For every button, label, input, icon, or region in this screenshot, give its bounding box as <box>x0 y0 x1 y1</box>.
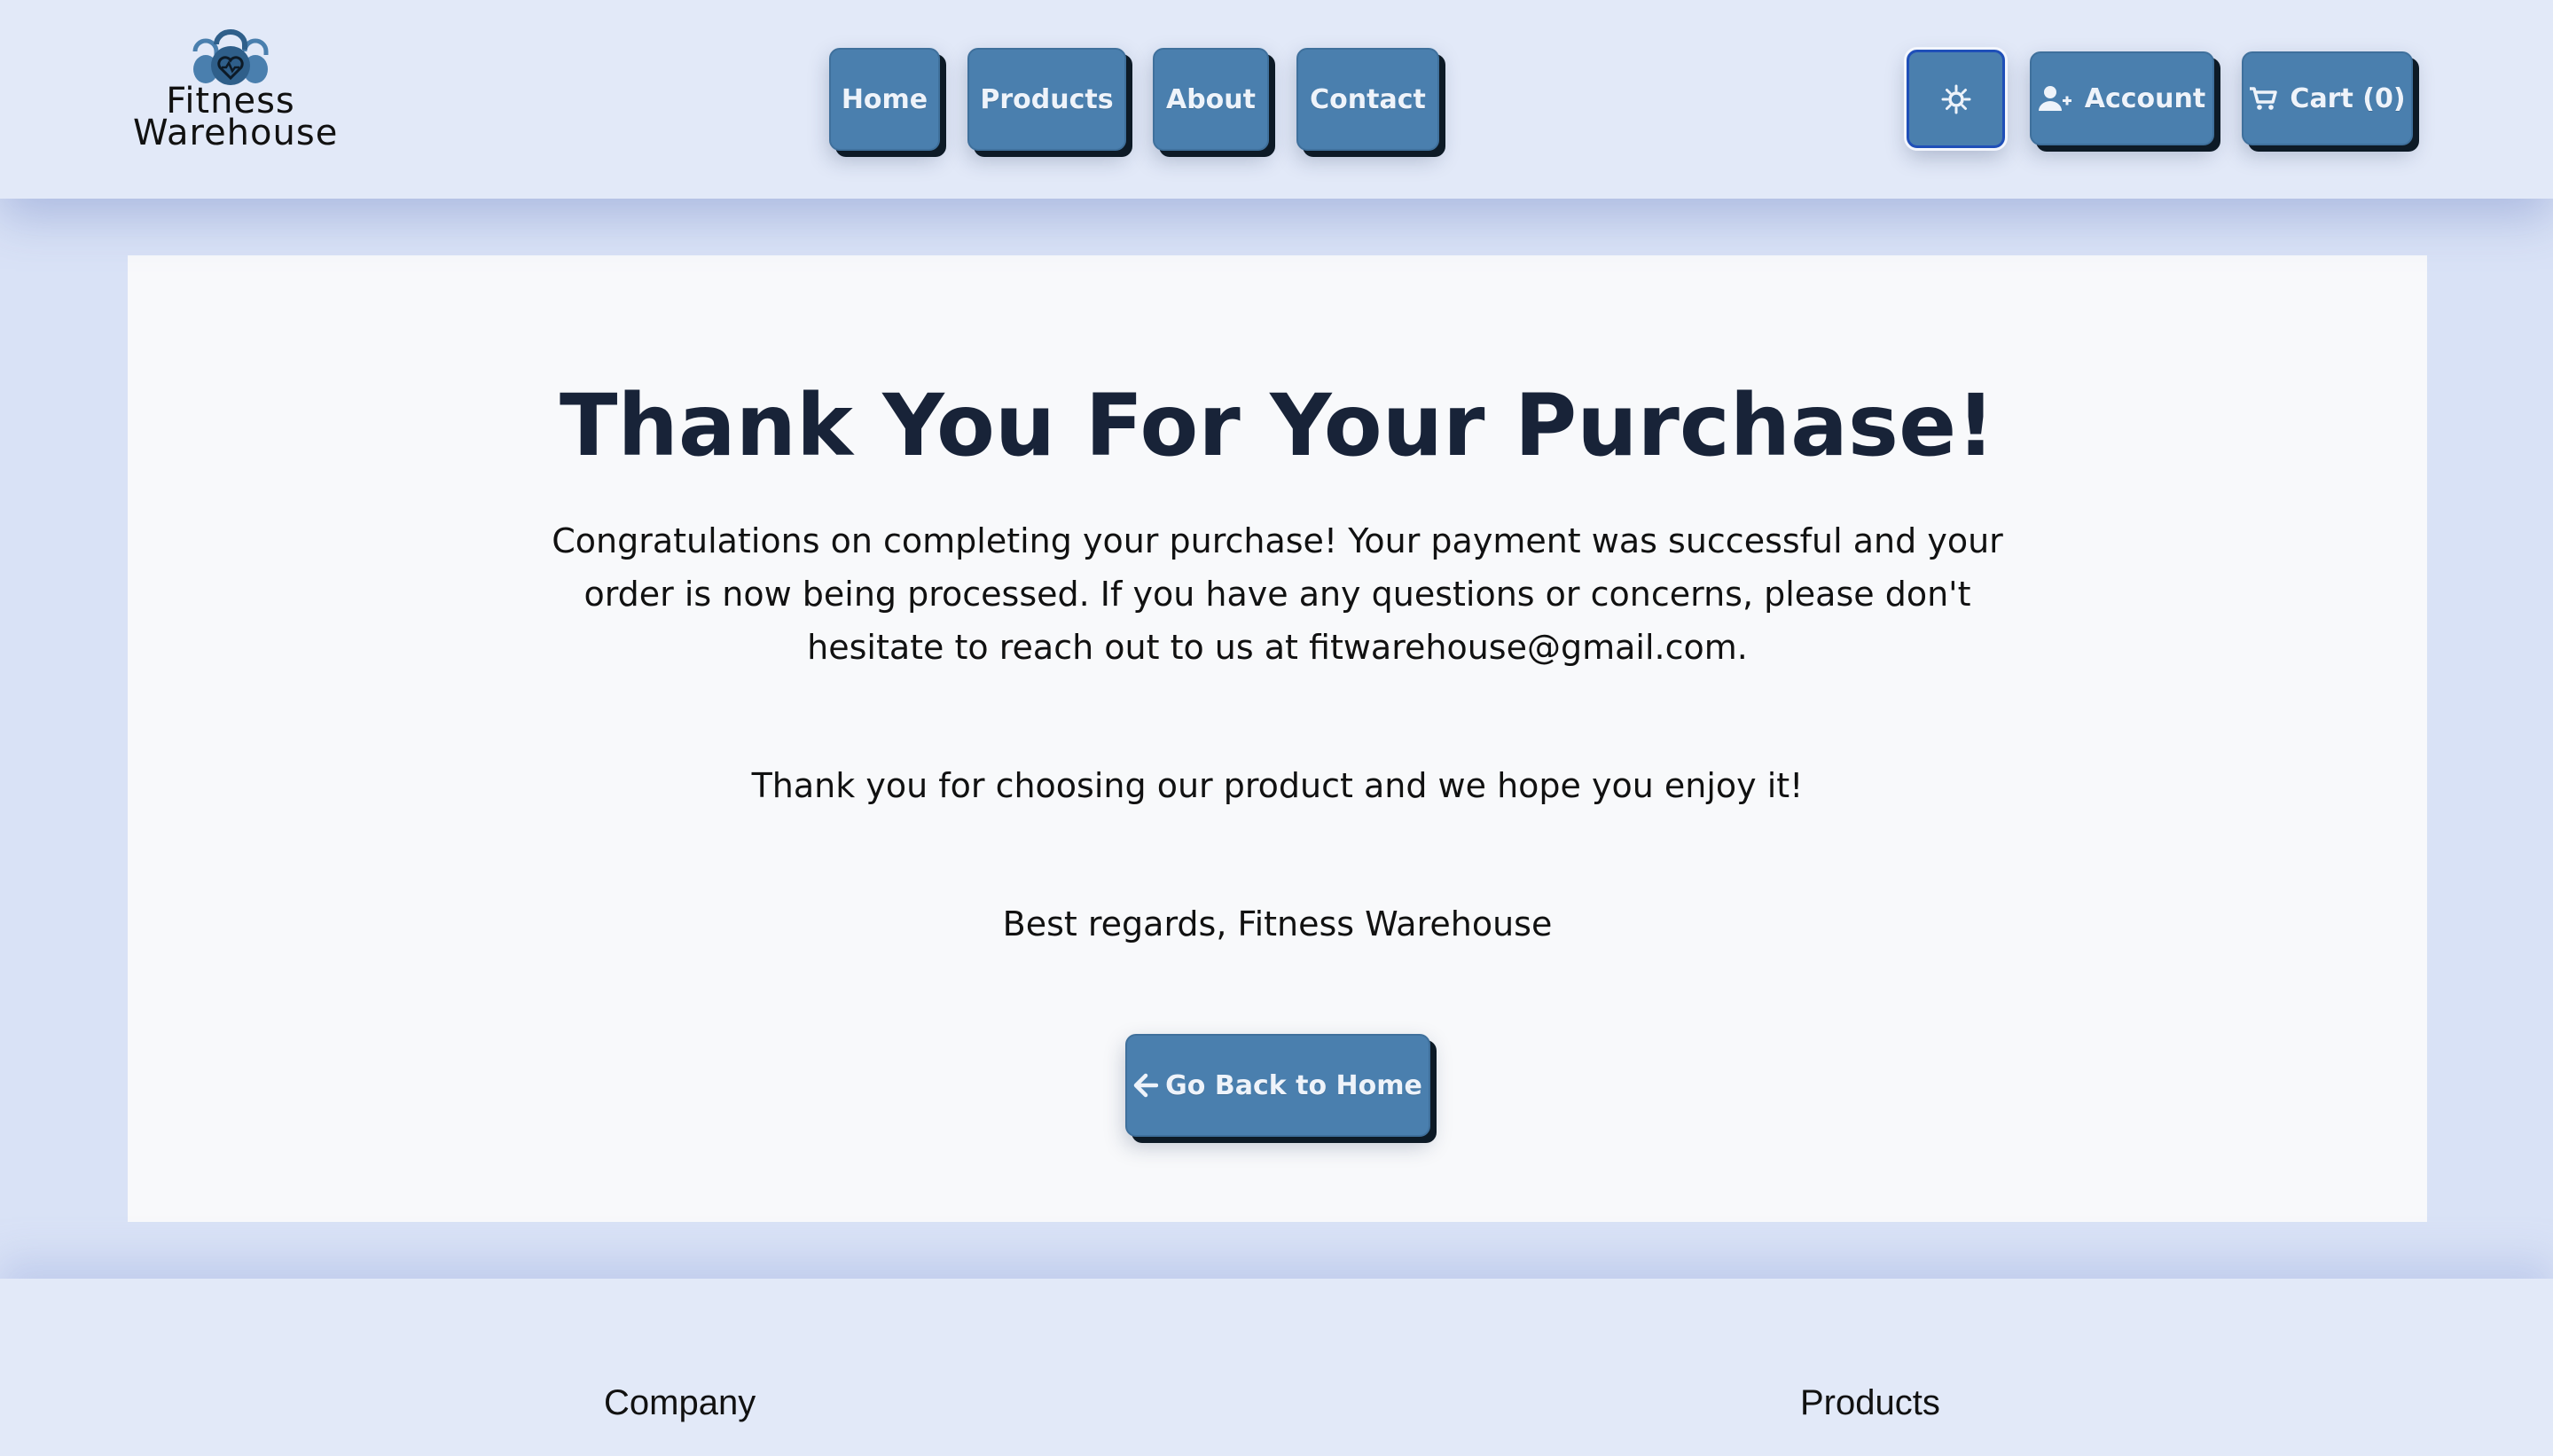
site-logo[interactable]: Fitness Warehouse <box>133 25 339 167</box>
account-label: Account <box>2084 82 2206 114</box>
user-plus-icon <box>2038 85 2072 112</box>
cart-button[interactable]: Cart (0) <box>2242 51 2413 145</box>
nav-products-button[interactable]: Products <box>967 48 1126 151</box>
thank-you-message: Thank you for choosing our product and w… <box>751 766 1804 805</box>
sun-icon <box>1941 84 1970 114</box>
logo-text: Fitness Warehouse <box>133 83 339 153</box>
site-header: Fitness Warehouse Home Products About Co… <box>0 0 2553 199</box>
theme-toggle-button[interactable] <box>1907 50 2005 148</box>
signoff-message: Best regards, Fitness Warehouse <box>1002 904 1553 943</box>
cart-label: Cart (0) <box>2290 82 2406 114</box>
confirmation-message: Congratulations on completing your purch… <box>552 521 2003 667</box>
footer-company-heading: Company <box>604 1383 756 1422</box>
confirmation-card: Thank You For Your Purchase! Congratulat… <box>128 255 2427 1222</box>
logo-line-2: Warehouse <box>133 113 339 153</box>
nav-about-button[interactable]: About <box>1153 48 1269 151</box>
nav-home-button[interactable]: Home <box>829 48 940 151</box>
go-back-home-button[interactable]: Go Back to Home <box>1125 1034 1430 1137</box>
cart-icon <box>2249 86 2278 111</box>
arrow-left-icon <box>1133 1073 1159 1098</box>
footer-products-heading: Products <box>1800 1383 1940 1422</box>
site-footer: Company Products <box>0 1279 2553 1456</box>
kettlebell-heart-logo-icon <box>192 29 269 85</box>
page-title: Thank You For Your Purchase! <box>560 376 1995 475</box>
account-button[interactable]: Account <box>2030 51 2214 145</box>
go-back-home-label: Go Back to Home <box>1165 1069 1422 1101</box>
nav-contact-button[interactable]: Contact <box>1296 48 1439 151</box>
